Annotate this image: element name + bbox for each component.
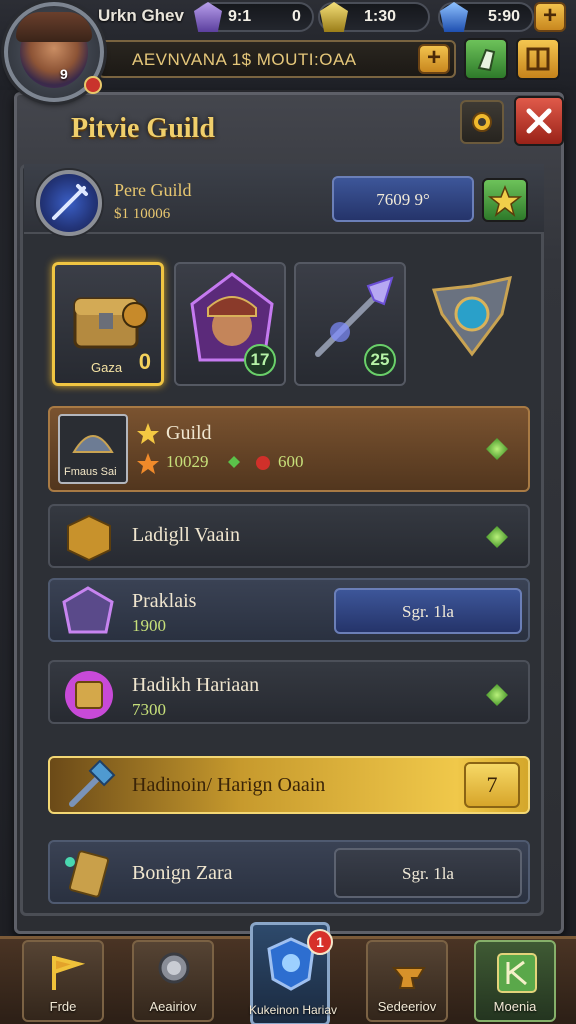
gold-gem-icon	[320, 2, 348, 32]
rune-icon	[497, 953, 537, 993]
praklais-row[interactable]: Praklais 1900 Sgr. 1la	[48, 578, 530, 642]
gold-gem-value: 1:30	[364, 8, 397, 25]
sword-emblem-icon	[52, 184, 88, 220]
card-icon	[65, 850, 109, 898]
avatar-hat-icon	[16, 12, 92, 42]
vaain-row[interactable]: Ladigll Vaain	[48, 504, 530, 568]
nav-tab-sedeeriov[interactable]: Sedeeriov	[366, 940, 448, 1022]
guild-row-name: Guild	[166, 422, 212, 444]
item-slot-hero[interactable]: 17	[174, 262, 286, 386]
gear-icon	[472, 112, 492, 132]
avatar-badge-icon	[84, 76, 102, 94]
guild-gold: $1 10006	[114, 206, 171, 222]
hadikh-row[interactable]: Hadikh Hariaan 7300	[48, 660, 530, 724]
guild-emblem[interactable]	[36, 170, 102, 236]
crystal-secondary: 0	[292, 8, 301, 25]
chest-icon	[73, 297, 148, 349]
praklais-action-button[interactable]: Sgr. 1la	[334, 588, 522, 634]
slot-count: 0	[138, 349, 151, 374]
hadikh-row-name: Hadikh Hariaan	[132, 674, 260, 696]
hadinoin-row[interactable]: Hadinoin/ Harign Oaain 7	[48, 756, 530, 814]
hadinoin-badge[interactable]: 7	[464, 762, 520, 808]
bonign-row-name: Bonign Zara	[132, 862, 233, 884]
nav-label: Sedeeriov	[377, 999, 437, 1014]
crystal-value: 9:1	[228, 8, 252, 25]
nav-label: Frde	[49, 999, 77, 1014]
flag-icon	[52, 956, 86, 990]
guild-value-field[interactable]: 7609 9°	[332, 176, 474, 222]
sapphire-currency: 5:90	[438, 2, 534, 32]
nav-label: Aeairiov	[149, 999, 197, 1014]
magnifier-icon	[158, 952, 190, 984]
sapphire-icon	[440, 2, 468, 32]
item-slot-chest[interactable]: Gaza 0	[52, 262, 164, 386]
panel-title: Pitvie Guild	[71, 113, 215, 144]
close-button[interactable]	[514, 96, 564, 146]
nav-tab-kukeinon[interactable]: Kukeinon Hariav 1	[249, 922, 337, 1024]
praklais-row-value: 1900	[132, 616, 166, 635]
vaain-row-name: Ladigll Vaain	[132, 524, 240, 546]
guild-row-thumbnail: Fmaus Sai	[58, 414, 128, 484]
nav-tab-frde[interactable]: Frde	[22, 940, 104, 1022]
green-gem-icon	[228, 456, 240, 468]
scroll-badge-icon	[65, 671, 113, 719]
player-name: Urkn Ghev	[98, 6, 184, 25]
slot-label: Gaza	[91, 360, 123, 375]
crystal-cube-icon	[62, 586, 114, 634]
red-orb-icon	[256, 456, 270, 470]
nav-label: Moenia	[493, 999, 537, 1014]
gold-gem-currency: 1:30	[318, 2, 430, 32]
amulet-icon	[431, 276, 512, 357]
add-currency-button[interactable]: +	[534, 2, 566, 32]
guild-star-button[interactable]	[482, 178, 528, 222]
player-level: 9	[60, 66, 68, 82]
diamond-icon[interactable]	[486, 438, 508, 460]
star-icon	[487, 184, 523, 217]
nav-tab-moenia[interactable]: Moenia	[474, 940, 556, 1022]
announcement-banner: AEVNVANA 1$ MOUTI:OAA	[98, 40, 456, 78]
anvil-icon	[391, 967, 426, 989]
banner-add-button[interactable]: +	[418, 44, 450, 74]
slot-count: 17	[244, 344, 276, 376]
guild-row-caption: Fmaus Sai	[64, 466, 117, 478]
green-action-button[interactable]	[464, 38, 508, 80]
cube-icon	[67, 514, 111, 562]
nav-tab-aeairiov[interactable]: Aeairiov	[132, 940, 214, 1022]
close-icon	[526, 108, 552, 134]
slot-count: 25	[364, 344, 396, 376]
sapphire-value: 5:90	[488, 8, 521, 25]
guild-row-stat-a: 10029	[166, 452, 209, 471]
player-avatar[interactable]: 9	[4, 2, 104, 102]
menu-button[interactable]	[516, 38, 560, 80]
scroll-icon	[477, 48, 496, 72]
bonign-row[interactable]: Bonign Zara Sgr. 1la	[48, 840, 530, 904]
crystal-currency: 9:1 0	[194, 2, 314, 32]
bonign-action-button[interactable]: Sgr. 1la	[334, 848, 522, 898]
guild-settings-button[interactable]	[460, 100, 504, 144]
star-icon	[137, 453, 159, 474]
guild-name: Pere Guild	[114, 180, 192, 200]
hammer-icon	[69, 760, 116, 807]
diamond-icon[interactable]	[486, 684, 508, 706]
praklais-row-name: Praklais	[132, 590, 197, 612]
grid-icon	[526, 47, 550, 71]
guild-row-stat-b: 600	[278, 452, 304, 471]
item-slot-weapon[interactable]: 25	[294, 262, 406, 386]
diamond-icon[interactable]	[486, 526, 508, 548]
item-slot-amulet[interactable]	[416, 262, 528, 386]
notification-badge: 1	[307, 929, 333, 955]
hadikh-row-value: 7300	[132, 700, 166, 719]
helmet-icon	[72, 435, 114, 453]
star-icon	[137, 423, 159, 444]
guild-row[interactable]: Fmaus Sai Guild 10029 600	[48, 406, 530, 492]
nav-label: Kukeinon Hariav	[248, 1003, 338, 1017]
hadinoin-row-name: Hadinoin/ Harign Oaain	[132, 774, 326, 796]
